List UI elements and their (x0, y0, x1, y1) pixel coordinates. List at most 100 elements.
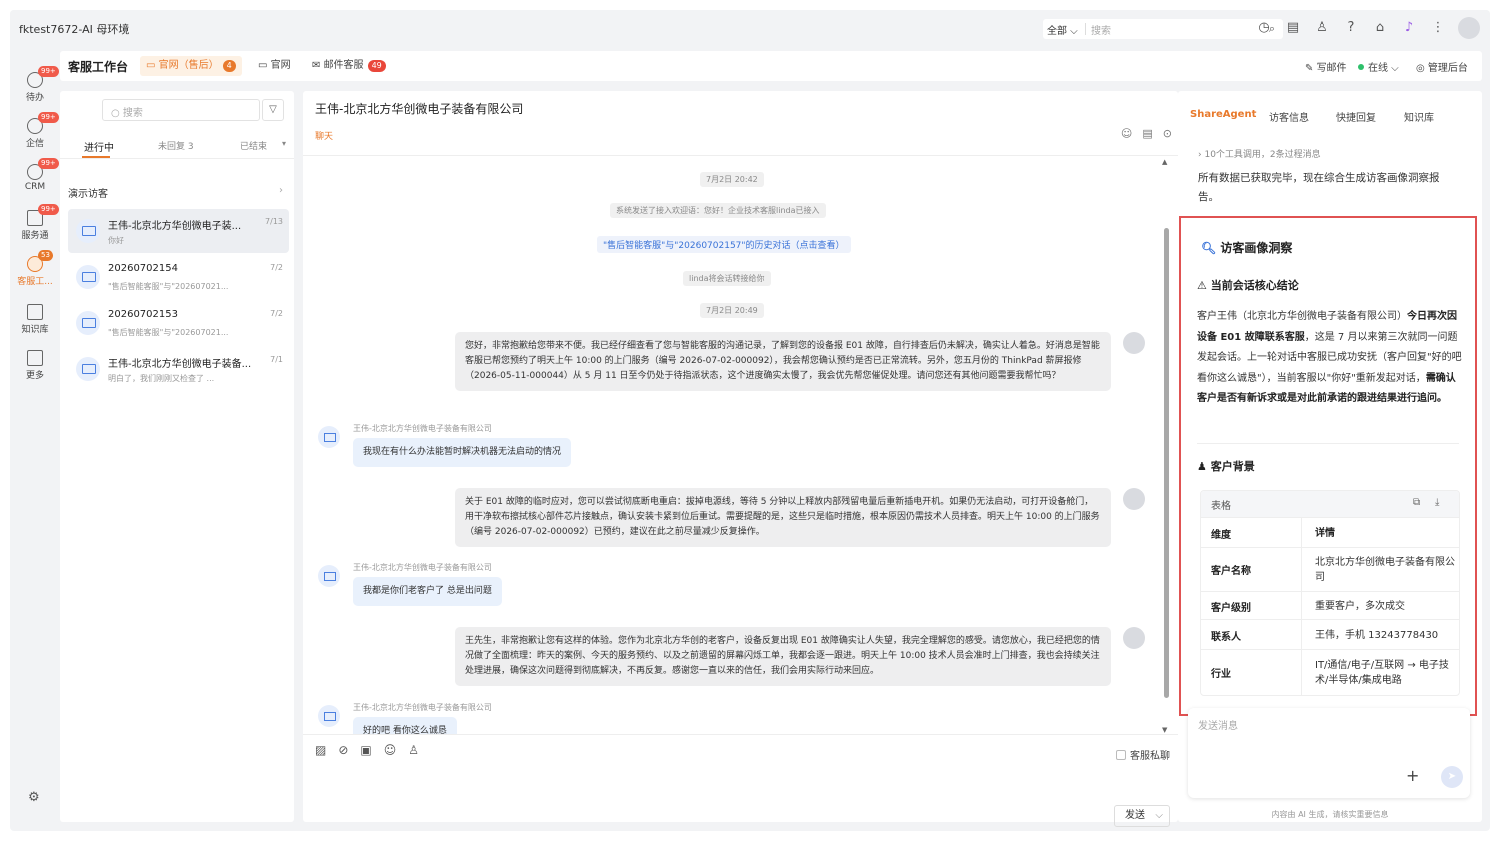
tab-shareagent[interactable]: ShareAgent (1190, 109, 1256, 120)
mic-icon[interactable]: ♪ (1400, 20, 1418, 35)
list-item[interactable]: 20260702153 "售后智能客服"与"202607021... 7/2 (68, 301, 289, 345)
workspace-tabbar: 客服工作台 ▭ 官网（售后） 4 ▭ 官网 ✉ 邮件客服 49 ✎ 写邮件 在线 ⌵… (60, 51, 1482, 81)
agent-input[interactable]: 发送消息 + ➤ (1188, 708, 1470, 798)
tab-quick-reply[interactable]: 快捷回复 (1336, 109, 1376, 124)
inbox-icon[interactable]: ▤ (1284, 20, 1302, 35)
admin-label: 管理后台 (1427, 63, 1468, 74)
conversation-name: 20260702154 (108, 263, 178, 274)
conversation-date: 7/1 (270, 355, 283, 364)
table-cell: 北京北方华创微电子装备有限公司 (1315, 557, 1455, 583)
nav-label: 知识库 (21, 325, 49, 335)
contacts-icon[interactable]: ♙ (1313, 20, 1331, 35)
tab-email-service[interactable]: ✉ 邮件客服 49 (306, 56, 392, 76)
visitor-insight-card: 🔍︎ 访客画像洞察 ⚠ 当前会话核心结论 客户王伟（北京北方华创微电子装备有限公… (1179, 216, 1477, 716)
divider (1197, 443, 1459, 444)
time-divider: 7月2日 20:42 (700, 172, 764, 187)
background-table: 表格 ⧉ ⤓ 维度 详情 客户名称 北京北方华创微电子装备有限公司 客户级别 重… (1200, 490, 1460, 696)
column-header: 详情 (1315, 528, 1335, 539)
table-cell: 客户级别 (1211, 603, 1251, 614)
chevron-down-icon[interactable]: ▾ (282, 139, 286, 148)
tab-visitor-info[interactable]: 访客信息 (1269, 109, 1309, 124)
agent-message: 王先生，非常抱歉让您有这样的体验。您作为北京北方华创的老客户，设备反复出现 E0… (455, 627, 1111, 686)
save-icon[interactable]: ▣ (360, 743, 371, 757)
search-icon: ○ (111, 108, 123, 119)
nav-knowledge[interactable]: 知识库 (14, 304, 56, 335)
group-demo-visitors[interactable]: 演示访客 (68, 185, 108, 200)
top-bar: fktest7672-AI 母环境 全部 ⌵ 搜索 ⌕ ◷ ▤ ♙ ? ⌂ ♪ … (10, 10, 1490, 46)
divider (1085, 23, 1086, 35)
time-divider: 7月2日 20:49 (700, 303, 764, 318)
settings-icon[interactable]: ⚙ (28, 790, 40, 805)
agent-message: 您好，非常抱歉给您带来不便。我已经仔细查看了您与智能客服的沟通记录，了解到您的设… (455, 332, 1111, 391)
tab-count: 4 (222, 60, 236, 72)
composer[interactable]: ▨ ⊘ ▣ ☺ ♙ 客服私聊 发送 ⌵ (303, 734, 1178, 827)
text-part: 客户王伟（北京北方华创微电子装备有限公司） (1197, 311, 1407, 322)
scroll-up-icon[interactable]: ▲ (1162, 158, 1167, 166)
monitor-icon: ▭ (146, 60, 159, 71)
transfer-icon[interactable]: ♙ (408, 743, 419, 757)
history-link[interactable]: "售后智能客服"与"20260702157"的历史对话（点击查看） (597, 236, 851, 253)
scroll-down-icon[interactable]: ▼ (1162, 726, 1167, 734)
table-row: 行业 IT/通信/电子/互联网 → 电子技术/半导体/集成电路 (1201, 649, 1459, 695)
settings-icon[interactable]: ⊙ (1163, 127, 1172, 140)
table-cell: 联系人 (1211, 632, 1241, 643)
user-avatar[interactable] (1458, 17, 1480, 39)
tab-in-progress[interactable]: 进行中 (84, 139, 114, 154)
send-button[interactable]: 发送 ⌵ (1114, 805, 1170, 827)
tab-website[interactable]: ▭ 官网 (252, 56, 297, 76)
chevron-right-icon[interactable]: › (279, 185, 283, 196)
list-item[interactable]: 20260702154 "售后智能客服"与"202607021... 7/2 (68, 255, 289, 299)
monitor-icon (76, 219, 100, 243)
agent-message: 关于 E01 故障的临时应对，您可以尝试彻底断电重启：拔掉电源线，等待 5 分钟… (455, 488, 1111, 547)
attachment-icon[interactable]: ⊘ (338, 743, 348, 757)
plus-icon[interactable]: + (1406, 766, 1419, 785)
section-title: 客户背景 (1210, 460, 1255, 473)
admin-button[interactable]: ◎ 管理后台 (1416, 59, 1468, 74)
write-mail-button[interactable]: ✎ 写邮件 (1305, 59, 1347, 74)
history-icon[interactable]: ◷ (1255, 20, 1273, 35)
list-search-input[interactable]: ○ 搜索 (102, 99, 260, 121)
nav-customer-service[interactable]: 53 客服工... (14, 250, 56, 287)
table-cell: 客户名称 (1211, 566, 1251, 577)
copy-icon[interactable]: ⧉ (1413, 497, 1420, 508)
filter-icon[interactable]: ▽ (262, 99, 284, 121)
private-chat-toggle[interactable]: 客服私聊 (1116, 747, 1170, 762)
nav-todo[interactable]: 99+ 待办 (14, 66, 59, 103)
nav-service[interactable]: 99+ 服务通 (14, 204, 59, 241)
smile-icon[interactable]: ☺ (1121, 127, 1132, 140)
more-icon[interactable]: ⋮ (1429, 20, 1447, 35)
tab-label: 官网（售后） (158, 60, 219, 71)
tab-website-aftersales[interactable]: ▭ 官网（售后） 4 (140, 56, 242, 76)
chat-tag[interactable]: 聊天 (315, 129, 333, 142)
global-search[interactable]: 全部 ⌵ 搜索 ⌕ (1043, 19, 1283, 39)
avatar (318, 426, 340, 448)
emoji-icon[interactable]: ☺ (384, 743, 397, 757)
tab-unreplied[interactable]: 未回复 3 (158, 139, 194, 152)
tab-ended[interactable]: 已结束 (240, 139, 267, 152)
message-list[interactable]: 7月2日 20:42 系统发送了接入欢迎语：您好！企业技术客服linda已接入 … (303, 155, 1178, 735)
search-scope-select[interactable]: 全部 ⌵ (1047, 22, 1078, 37)
core-conclusion-text: 客户王伟（北京北方华创微电子装备有限公司）今日再次因设备 E01 故障联系客服，… (1197, 307, 1463, 410)
nav-messages[interactable]: 99+ 企信 (14, 112, 59, 149)
chevron-down-icon[interactable]: ⌵ (1155, 806, 1163, 826)
send-icon[interactable]: ➤ (1441, 766, 1463, 788)
download-icon[interactable]: ⤓ (1435, 497, 1439, 508)
nav-crm[interactable]: 99+ CRM (14, 158, 59, 192)
store-icon[interactable]: ⌂ (1371, 20, 1389, 35)
list-item[interactable]: 王伟-北京北方华创微电子装... 你好 7/13 (68, 209, 289, 253)
tool-calls-toggle[interactable]: › 10个工具调用，2条过程消息 (1198, 147, 1321, 160)
image-icon[interactable]: ▨ (315, 743, 326, 757)
avatar (1123, 488, 1145, 510)
checkbox[interactable] (1116, 750, 1126, 760)
nav-more[interactable]: 更多 (14, 350, 56, 381)
tab-knowledge[interactable]: 知识库 (1404, 109, 1434, 124)
chat-title: 王伟-北京北方华创微电子装备有限公司 (315, 102, 524, 116)
help-icon[interactable]: ? (1342, 20, 1360, 35)
scrollbar[interactable] (1164, 228, 1169, 698)
global-search-input[interactable]: 搜索 (1091, 22, 1111, 37)
conversation-preview: "售后智能客服"与"202607021... (108, 328, 229, 337)
transcript-icon[interactable]: ▤ (1142, 127, 1152, 140)
list-item[interactable]: 王伟-北京北方华创微电子装备... 明白了，我们刚刚又检查了 ... 7/1 (68, 347, 289, 391)
tab-count: 49 (367, 60, 386, 72)
status-select[interactable]: 在线 ⌵ (1358, 59, 1399, 74)
